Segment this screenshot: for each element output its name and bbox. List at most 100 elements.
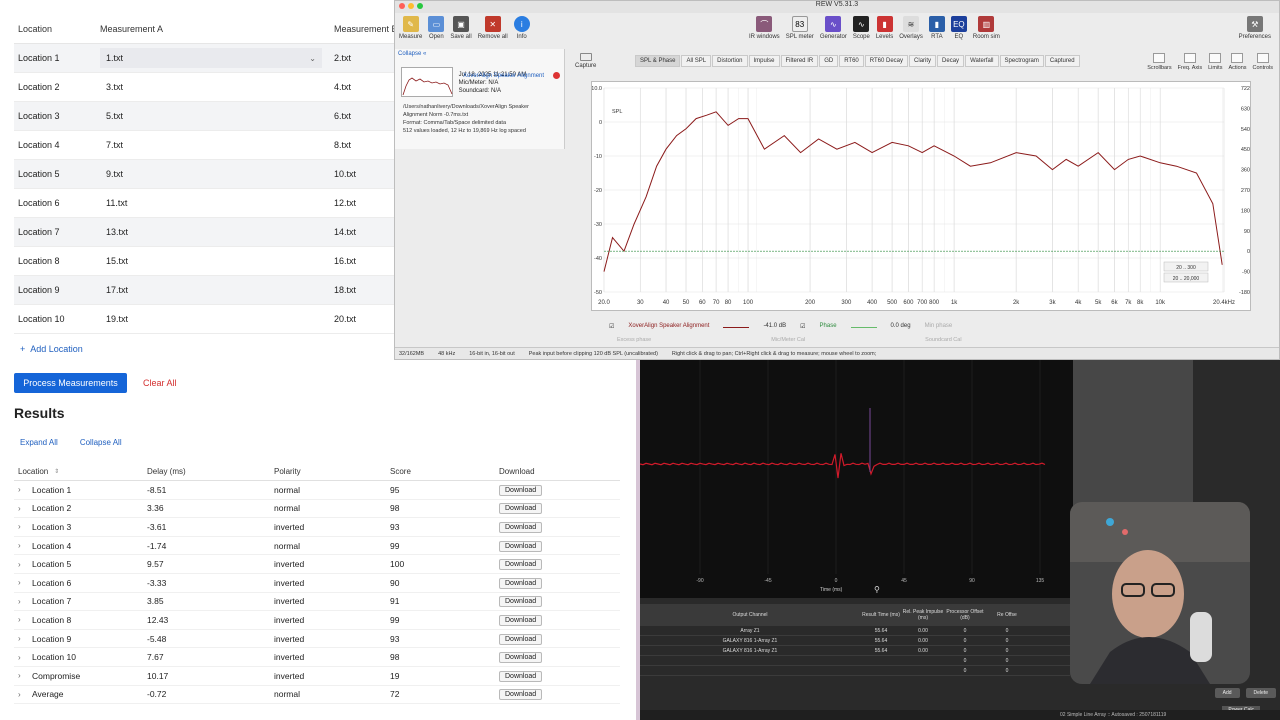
collapse-all-button[interactable]: Collapse All (80, 438, 122, 447)
results-header-location[interactable]: Location ⇕ (14, 467, 147, 476)
download-button[interactable]: Download (499, 484, 543, 496)
scope-button[interactable]: ∿ Scope (853, 16, 870, 40)
remove-measurement-icon[interactable] (553, 72, 560, 79)
scrollbars-button[interactable]: Scrollbars (1147, 53, 1172, 71)
generator-button[interactable]: ∿ Generator (820, 16, 847, 40)
chevron-right-icon[interactable]: › (18, 634, 26, 643)
spl-graph[interactable]: 20.0 30 40 50 60 70 80 100 200 300 400 500 600 700 800… (591, 81, 1251, 311)
tab-rt60[interactable]: RT60 (839, 55, 864, 67)
mic-cal-label[interactable]: Mic/Meter Cal (771, 337, 805, 343)
excess-phase-label[interactable]: Excess phase (617, 337, 651, 343)
clear-all-button[interactable]: Clear All (135, 373, 185, 393)
chevron-right-icon[interactable]: › (18, 690, 26, 699)
chevron-right-icon[interactable]: › (18, 578, 26, 587)
freq-axis-button[interactable]: Freq. Axis (1178, 53, 1202, 71)
chevron-right-icon[interactable]: › (18, 504, 26, 513)
output-row[interactable]: GALAXY 816 1-Array Z1 55.64 0.00 0 0 (640, 636, 1070, 646)
impulse-scope[interactable]: -90 -45 0 45 90 135 Time (ms) ⚲ (640, 360, 1073, 598)
capture-button[interactable]: Capture (575, 53, 596, 69)
measurement-a-value[interactable]: 11.txt (100, 198, 127, 208)
tab-spl-phase[interactable]: SPL & Phase (635, 55, 681, 67)
result-row[interactable]: › Location 6 -3.33 inverted 90 Download (14, 574, 620, 593)
download-button[interactable]: Download (499, 689, 543, 701)
source-cal-label[interactable]: Soundcard Cal (925, 337, 961, 343)
add-channel-button[interactable]: Add (1214, 688, 1240, 698)
zoom-icon[interactable]: ⚲ (874, 585, 880, 594)
chevron-right-icon[interactable]: › (18, 615, 26, 624)
chevron-right-icon[interactable]: › (18, 653, 26, 662)
measurement-a-value[interactable]: 7.txt (100, 140, 123, 150)
measurement-a-value[interactable]: 13.txt (100, 227, 128, 237)
tab-captured[interactable]: Captured (1044, 55, 1080, 67)
measurement-a-value[interactable]: 19.txt (100, 314, 128, 324)
remove-all-button[interactable]: ✕ Remove all (478, 16, 508, 40)
result-row[interactable]: › Location 3 -3.61 inverted 93 Download (14, 518, 620, 537)
open-button[interactable]: ▭ Open (428, 16, 445, 40)
save-all-button[interactable]: ▣ Save all (450, 16, 472, 40)
tab-rt60-decay[interactable]: RT60 Decay (864, 55, 909, 67)
measurement-a-select[interactable]: 1.txt ⌄ (100, 48, 322, 68)
measure-button[interactable]: ✎ Measure (399, 16, 422, 40)
chevron-right-icon[interactable]: › (18, 522, 26, 531)
tab-clarity[interactable]: Clarity (909, 55, 937, 67)
download-button[interactable]: Download (499, 614, 543, 626)
output-row[interactable]: GALAXY 816 1-Array Z1 55.64 0.00 0 0 (640, 646, 1070, 656)
measurement-a-value[interactable]: 9.txt (100, 169, 123, 179)
output-row[interactable]: Array Z1 55.64 0.00 0 0 (640, 626, 1070, 636)
expand-all-button[interactable]: Expand All (20, 438, 58, 447)
download-button[interactable]: Download (499, 559, 543, 571)
result-row[interactable]: › Location 7 3.85 inverted 91 Download (14, 593, 620, 612)
ir-windows-button[interactable]: ⌒ IR windows (749, 16, 780, 40)
tab-filtered-ir[interactable]: Filtered IR (780, 55, 819, 67)
result-row[interactable]: › Location 10 7.67 inverted 98 Download (14, 648, 620, 667)
output-row[interactable]: 00 (640, 656, 1070, 666)
min-phase-label[interactable]: Min phase (925, 323, 953, 330)
minimize-window-icon[interactable] (408, 3, 414, 9)
output-row[interactable]: 00 (640, 666, 1070, 676)
measurement-a-value[interactable]: 3.txt (100, 82, 123, 92)
tab-impulse[interactable]: Impulse (748, 55, 780, 67)
tab-waterfall[interactable]: Waterfall (965, 55, 999, 67)
tab-spectrogram[interactable]: Spectrogram (999, 55, 1044, 67)
phase-checkbox[interactable]: ☑ (800, 323, 805, 330)
measurement-card[interactable]: Jul 18, 2025 11:21:50 AM Mic/Meter: N/A … (401, 67, 561, 97)
chevron-right-icon[interactable]: › (18, 560, 26, 569)
trace-checkbox[interactable]: ☑ (609, 323, 614, 330)
result-row[interactable]: › Location 5 9.57 inverted 100 Download (14, 555, 620, 574)
tab-decay[interactable]: Decay (937, 55, 965, 67)
measurement-a-value[interactable]: 5.txt (100, 111, 123, 121)
result-row[interactable]: › Location 1 -8.51 normal 95 Download (14, 481, 620, 500)
rta-button[interactable]: ▮ RTA (928, 16, 945, 40)
controls-button[interactable]: Controls (1253, 53, 1273, 71)
download-button[interactable]: Download (499, 633, 543, 645)
download-button[interactable]: Download (499, 652, 543, 664)
chevron-right-icon[interactable]: › (18, 597, 26, 606)
download-button[interactable]: Download (499, 670, 543, 682)
info-button[interactable]: i Info (513, 16, 530, 40)
spl-meter-button[interactable]: 83 SPL meter (786, 16, 814, 40)
actions-button[interactable]: Actions (1228, 53, 1247, 71)
download-button[interactable]: Download (499, 596, 543, 608)
result-row[interactable]: › Location 2 3.36 normal 98 Download (14, 500, 620, 519)
preferences-button[interactable]: ⚒ Preferences (1239, 16, 1271, 40)
measurement-a-value[interactable]: 15.txt (100, 256, 128, 266)
eq-button[interactable]: EQ EQ (950, 16, 967, 40)
close-window-icon[interactable] (399, 3, 405, 9)
delete-channel-button[interactable]: Delete (1245, 688, 1276, 698)
process-measurements-button[interactable]: Process Measurements (14, 373, 127, 393)
result-row[interactable]: › Location 9 -5.48 inverted 93 Download (14, 630, 620, 649)
measurement-a-value[interactable]: 17.txt (100, 285, 128, 295)
download-button[interactable]: Download (499, 577, 543, 589)
tab-distortion[interactable]: Distortion (712, 55, 748, 67)
result-row[interactable]: › Average -0.72 normal 72 Download (14, 686, 620, 705)
chevron-right-icon[interactable]: › (18, 485, 26, 494)
result-row[interactable]: › Location 8 12.43 inverted 99 Download (14, 611, 620, 630)
download-button[interactable]: Download (499, 521, 543, 533)
tab-all-spl[interactable]: All SPL (681, 55, 712, 67)
chevron-right-icon[interactable]: › (18, 541, 26, 550)
overlays-button[interactable]: ≋ Overlays (899, 16, 923, 40)
download-button[interactable]: Download (499, 540, 543, 552)
collapse-panel-button[interactable]: Collapse « (398, 51, 426, 57)
result-row[interactable]: › Location 4 -1.74 normal 99 Download (14, 537, 620, 556)
tab-gd[interactable]: GD (819, 55, 839, 67)
